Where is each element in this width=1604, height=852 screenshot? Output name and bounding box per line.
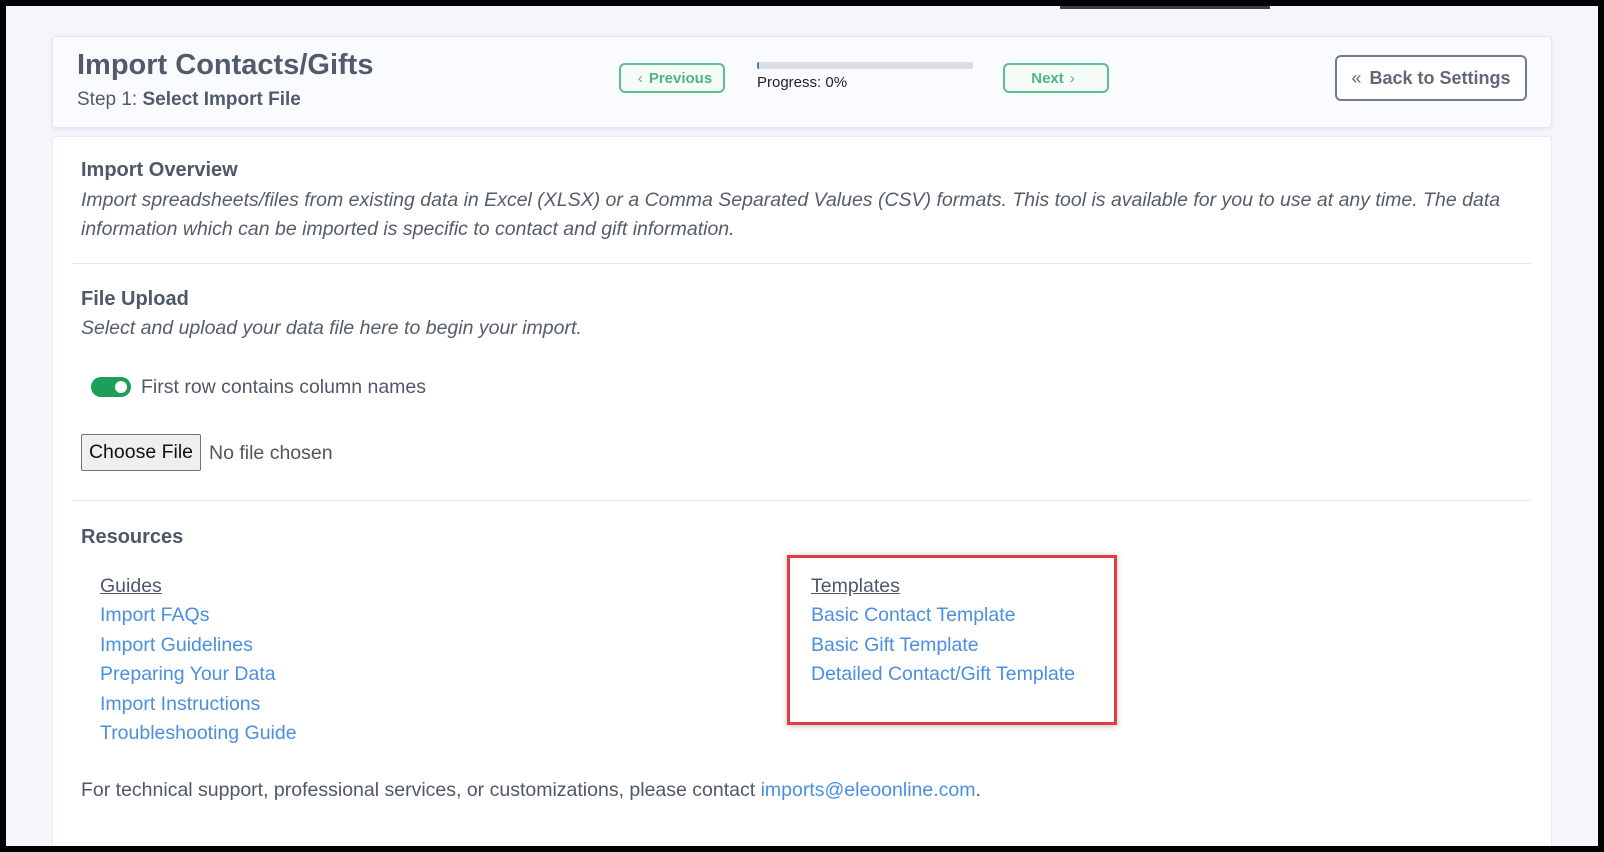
first-row-toggle-label: First row contains column names: [141, 376, 427, 398]
progress-label: Progress: 0%: [757, 74, 848, 91]
chevron-right-icon: ›: [1069, 69, 1075, 87]
file-upload-description: Select and upload your data file here to…: [81, 317, 582, 339]
guides-list: Import FAQs Import Guidelines Preparing …: [100, 604, 297, 752]
previous-label: Previous: [648, 69, 713, 87]
support-text: For technical support, professional serv…: [81, 779, 981, 802]
overview-description-line2: information which can be imported is spe…: [81, 218, 735, 240]
resources-title: Resources: [81, 526, 184, 548]
page-title: Import Contacts/Gifts: [77, 49, 374, 81]
support-message: For technical support, professional serv…: [81, 779, 761, 801]
guide-link-import-instructions[interactable]: Import Instructions: [100, 693, 297, 723]
step-name: Select Import File: [142, 89, 301, 110]
back-label: Back to Settings: [1369, 67, 1511, 88]
progress-bar: [757, 62, 973, 69]
support-email-link[interactable]: imports@eleoonline.com: [761, 779, 976, 801]
guides-header: Guides: [100, 575, 162, 597]
overview-description-line1: Import spreadsheets/files from existing …: [81, 189, 1501, 211]
file-upload-title: File Upload: [81, 288, 189, 310]
file-status-text: No file chosen: [209, 442, 333, 464]
divider: [73, 263, 1531, 264]
templates-highlight-box: [787, 555, 1117, 725]
chevron-left-icon: ‹: [637, 69, 643, 87]
guide-link-import-guidelines[interactable]: Import Guidelines: [100, 634, 297, 664]
toggle-knob: [115, 381, 127, 393]
guide-link-preparing-data[interactable]: Preparing Your Data: [100, 663, 297, 693]
app-window: Import Contacts/Gifts Step 1: Select Imp…: [6, 6, 1598, 846]
step-indicator: Step 1: Select Import File: [77, 89, 301, 111]
step-prefix: Step 1:: [77, 89, 138, 110]
progress-fill: [757, 62, 760, 69]
support-suffix: .: [975, 779, 981, 801]
next-label: Next: [1031, 69, 1064, 87]
first-row-toggle[interactable]: [91, 377, 131, 397]
divider: [73, 500, 1531, 501]
top-tab-indicator: [1060, 6, 1270, 9]
overview-title: Import Overview: [81, 159, 238, 181]
main-card: Import Overview Import spreadsheets/file…: [52, 136, 1552, 846]
double-chevron-left-icon: «: [1351, 67, 1362, 88]
header-card: Import Contacts/Gifts Step 1: Select Imp…: [52, 36, 1552, 128]
guide-link-troubleshooting[interactable]: Troubleshooting Guide: [100, 722, 297, 752]
back-to-settings-button[interactable]: « Back to Settings: [1335, 55, 1527, 101]
guide-link-import-faqs[interactable]: Import FAQs: [100, 604, 297, 634]
choose-file-button[interactable]: Choose File: [81, 434, 201, 471]
previous-button[interactable]: ‹ Previous: [619, 63, 725, 93]
next-button[interactable]: Next ›: [1003, 63, 1109, 93]
